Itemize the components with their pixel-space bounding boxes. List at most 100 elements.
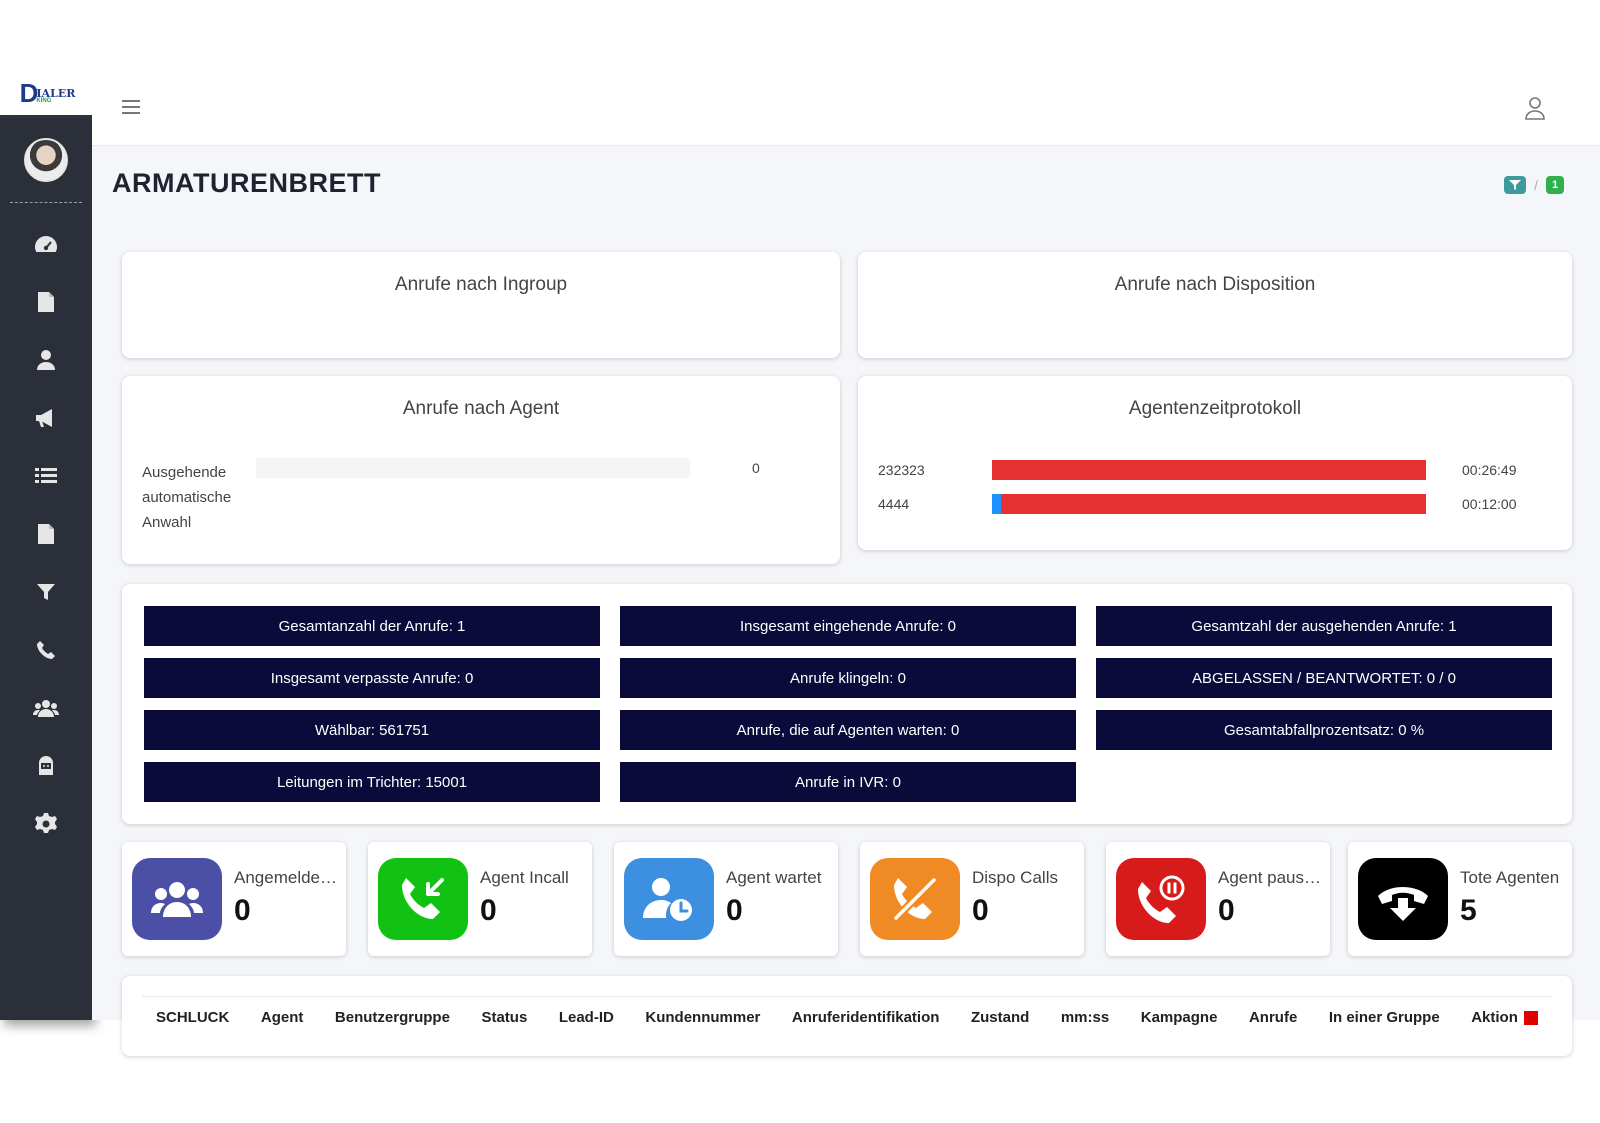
stat-hopper-leads: Leitungen im Trichter: 15001 <box>144 762 600 802</box>
ingroup-card-title: Anrufe nach Ingroup <box>394 274 568 295</box>
stat-inbound-calls: Insgesamt eingehende Anrufe: 0 <box>620 606 1076 646</box>
ingroup-card: Anrufe nach Ingroup <box>122 252 840 358</box>
agent-row-value: 0 <box>752 460 760 476</box>
stat-dropped-answered: ABGELASSEN / BEANTWORTET: 0 / 0 <box>1096 658 1552 698</box>
column-header[interactable]: Kampagne <box>1141 1009 1218 1026</box>
column-header[interactable]: Anruferidentifikation <box>792 1009 940 1026</box>
time-bar-blue-segment <box>992 494 1001 514</box>
hangup-icon <box>1358 858 1448 940</box>
sidebar-divider <box>10 202 82 203</box>
breadcrumb-filter-button[interactable] <box>1504 176 1527 194</box>
column-header[interactable]: In einer Gruppe <box>1329 1009 1440 1026</box>
sidebar-item-reports[interactable] <box>30 286 62 318</box>
stat-total-calls: Gesamtanzahl der Anrufe: 1 <box>144 606 600 646</box>
kpi-value: 0 <box>1218 894 1235 927</box>
column-header-label[interactable]: Aktion <box>1471 1009 1518 1026</box>
time-row-duration: 00:12:00 <box>1462 496 1517 512</box>
dashboard-app: D IALER KING ARMATURENBRETT / 1 Anrufe n… <box>0 0 1600 1123</box>
agent-calls-card-title: Anrufe nach Agent <box>402 398 560 419</box>
user-clock-icon <box>624 858 714 940</box>
kpi-value: 0 <box>480 894 497 927</box>
stat-missed-calls: Insgesamt verpasste Anrufe: 0 <box>144 658 600 698</box>
agent-time-card-title: Agentenzeitprotokoll <box>1128 398 1302 419</box>
list-icon <box>35 468 57 483</box>
stat-dialable: Wählbar: 561751 <box>144 710 600 750</box>
kpi-logged-in-agents[interactable]: Angemeldete Agenten 0 <box>122 842 346 956</box>
agent-icon <box>39 756 53 775</box>
kpi-label: Angemeldete Agenten <box>234 868 338 887</box>
kpi-dead-agents[interactable]: Tote Agenten 5 <box>1348 842 1572 956</box>
live-agents-table: SCHLUCK Agent Benutzergruppe Status Lead… <box>122 976 1572 1056</box>
kpi-value: 0 <box>726 894 743 927</box>
phone-pause-icon <box>1116 858 1206 940</box>
time-row-bar <box>992 494 1426 514</box>
agent-row-bar <box>256 458 690 478</box>
kpi-agent-waiting[interactable]: Agent wartet 0 <box>614 842 838 956</box>
column-header[interactable]: Kundennummer <box>645 1009 760 1026</box>
gauge-icon <box>35 236 57 252</box>
time-bar-red-segment <box>1000 494 1426 514</box>
column-header[interactable]: Benutzergruppe <box>335 1009 450 1026</box>
app-logo[interactable]: D IALER KING <box>0 72 95 118</box>
disposition-card-title: Anrufe nach Disposition <box>1114 274 1316 295</box>
agent-calls-card: Anrufe nach Agent Ausgehende automatisch… <box>122 376 840 564</box>
megaphone-icon <box>36 409 52 427</box>
column-header[interactable]: SCHLUCK <box>156 1009 229 1026</box>
sidebar-item-dashboard[interactable] <box>30 228 62 260</box>
kpi-agent-paused[interactable]: Agent pausiert 0 <box>1106 842 1330 956</box>
sidebar-item-groups[interactable] <box>30 692 62 724</box>
sidebar-item-users[interactable] <box>30 344 62 376</box>
sidebar-item-lists[interactable] <box>30 460 62 492</box>
page-title: ARMATURENBRETT <box>112 168 381 198</box>
kpi-label: Tote Agenten <box>1460 868 1560 887</box>
document-icon <box>38 524 54 544</box>
stat-outbound-calls: Gesamtzahl der ausgehenden Anrufe: 1 <box>1096 606 1552 646</box>
topbar <box>92 72 1600 146</box>
column-header-action: Aktion <box>1471 1009 1538 1026</box>
time-bar-red-segment <box>992 460 1426 480</box>
kpi-value: 5 <box>1460 894 1477 927</box>
users-icon <box>33 700 59 717</box>
agent-time-card: Agentenzeitprotokoll 232323 00:26:49 444… <box>858 376 1572 550</box>
column-header[interactable]: Status <box>481 1009 527 1026</box>
sidebar-item-filter[interactable] <box>30 576 62 608</box>
sidebar-item-settings[interactable] <box>30 808 62 840</box>
time-row: 232323 00:26:49 <box>878 460 1538 482</box>
sidebar <box>0 118 92 1020</box>
column-header[interactable]: mm:ss <box>1061 1009 1109 1026</box>
sidebar-item-campaigns[interactable] <box>30 402 62 434</box>
column-header[interactable]: Zustand <box>971 1009 1029 1026</box>
sidebar-item-agents[interactable] <box>30 750 62 782</box>
sidebar-item-documents[interactable] <box>30 518 62 550</box>
users-icon <box>132 858 222 940</box>
stat-calls-waiting: Anrufe, die auf Agenten warten: 0 <box>620 710 1076 750</box>
sidebar-item-calls[interactable] <box>30 634 62 666</box>
agent-row-label: Ausgehende automatische Anwahl <box>142 464 232 531</box>
column-header[interactable]: Lead-ID <box>559 1009 614 1026</box>
stat-drop-percentage: Gesamtabfallprozentsatz: 0 % <box>1096 710 1552 750</box>
breadcrumb-separator: / <box>1534 177 1538 193</box>
kpi-agent-incall[interactable]: Agent Incall 0 <box>368 842 592 956</box>
kpi-dispo-calls[interactable]: Dispo Calls 0 <box>860 842 1084 956</box>
kpi-value: 0 <box>972 894 989 927</box>
filter-icon <box>37 584 55 600</box>
time-row-name: 232323 <box>878 462 925 478</box>
time-row-name: 4444 <box>878 496 910 512</box>
file-icon <box>38 292 54 312</box>
user-profile-icon[interactable] <box>1524 96 1546 120</box>
user-icon <box>37 350 55 370</box>
breadcrumb-badge[interactable]: 1 <box>1546 176 1564 194</box>
table-header: SCHLUCK Agent Benutzergruppe Status Lead… <box>142 996 1552 1038</box>
avatar[interactable] <box>24 138 68 182</box>
action-status-square[interactable] <box>1523 1010 1538 1025</box>
column-header[interactable]: Agent <box>261 1009 304 1026</box>
time-row-bar <box>992 460 1426 480</box>
disposition-card: Anrufe nach Disposition <box>858 252 1572 358</box>
menu-toggle-icon[interactable] <box>122 100 140 116</box>
kpi-label: Dispo Calls <box>972 868 1058 887</box>
kpi-value: 0 <box>234 894 251 927</box>
time-row-duration: 00:26:49 <box>1462 462 1517 478</box>
column-header[interactable]: Anrufe <box>1249 1009 1297 1026</box>
stat-ringing-calls: Anrufe klingeln: 0 <box>620 658 1076 698</box>
kpi-label: Agent Incall <box>480 868 569 887</box>
